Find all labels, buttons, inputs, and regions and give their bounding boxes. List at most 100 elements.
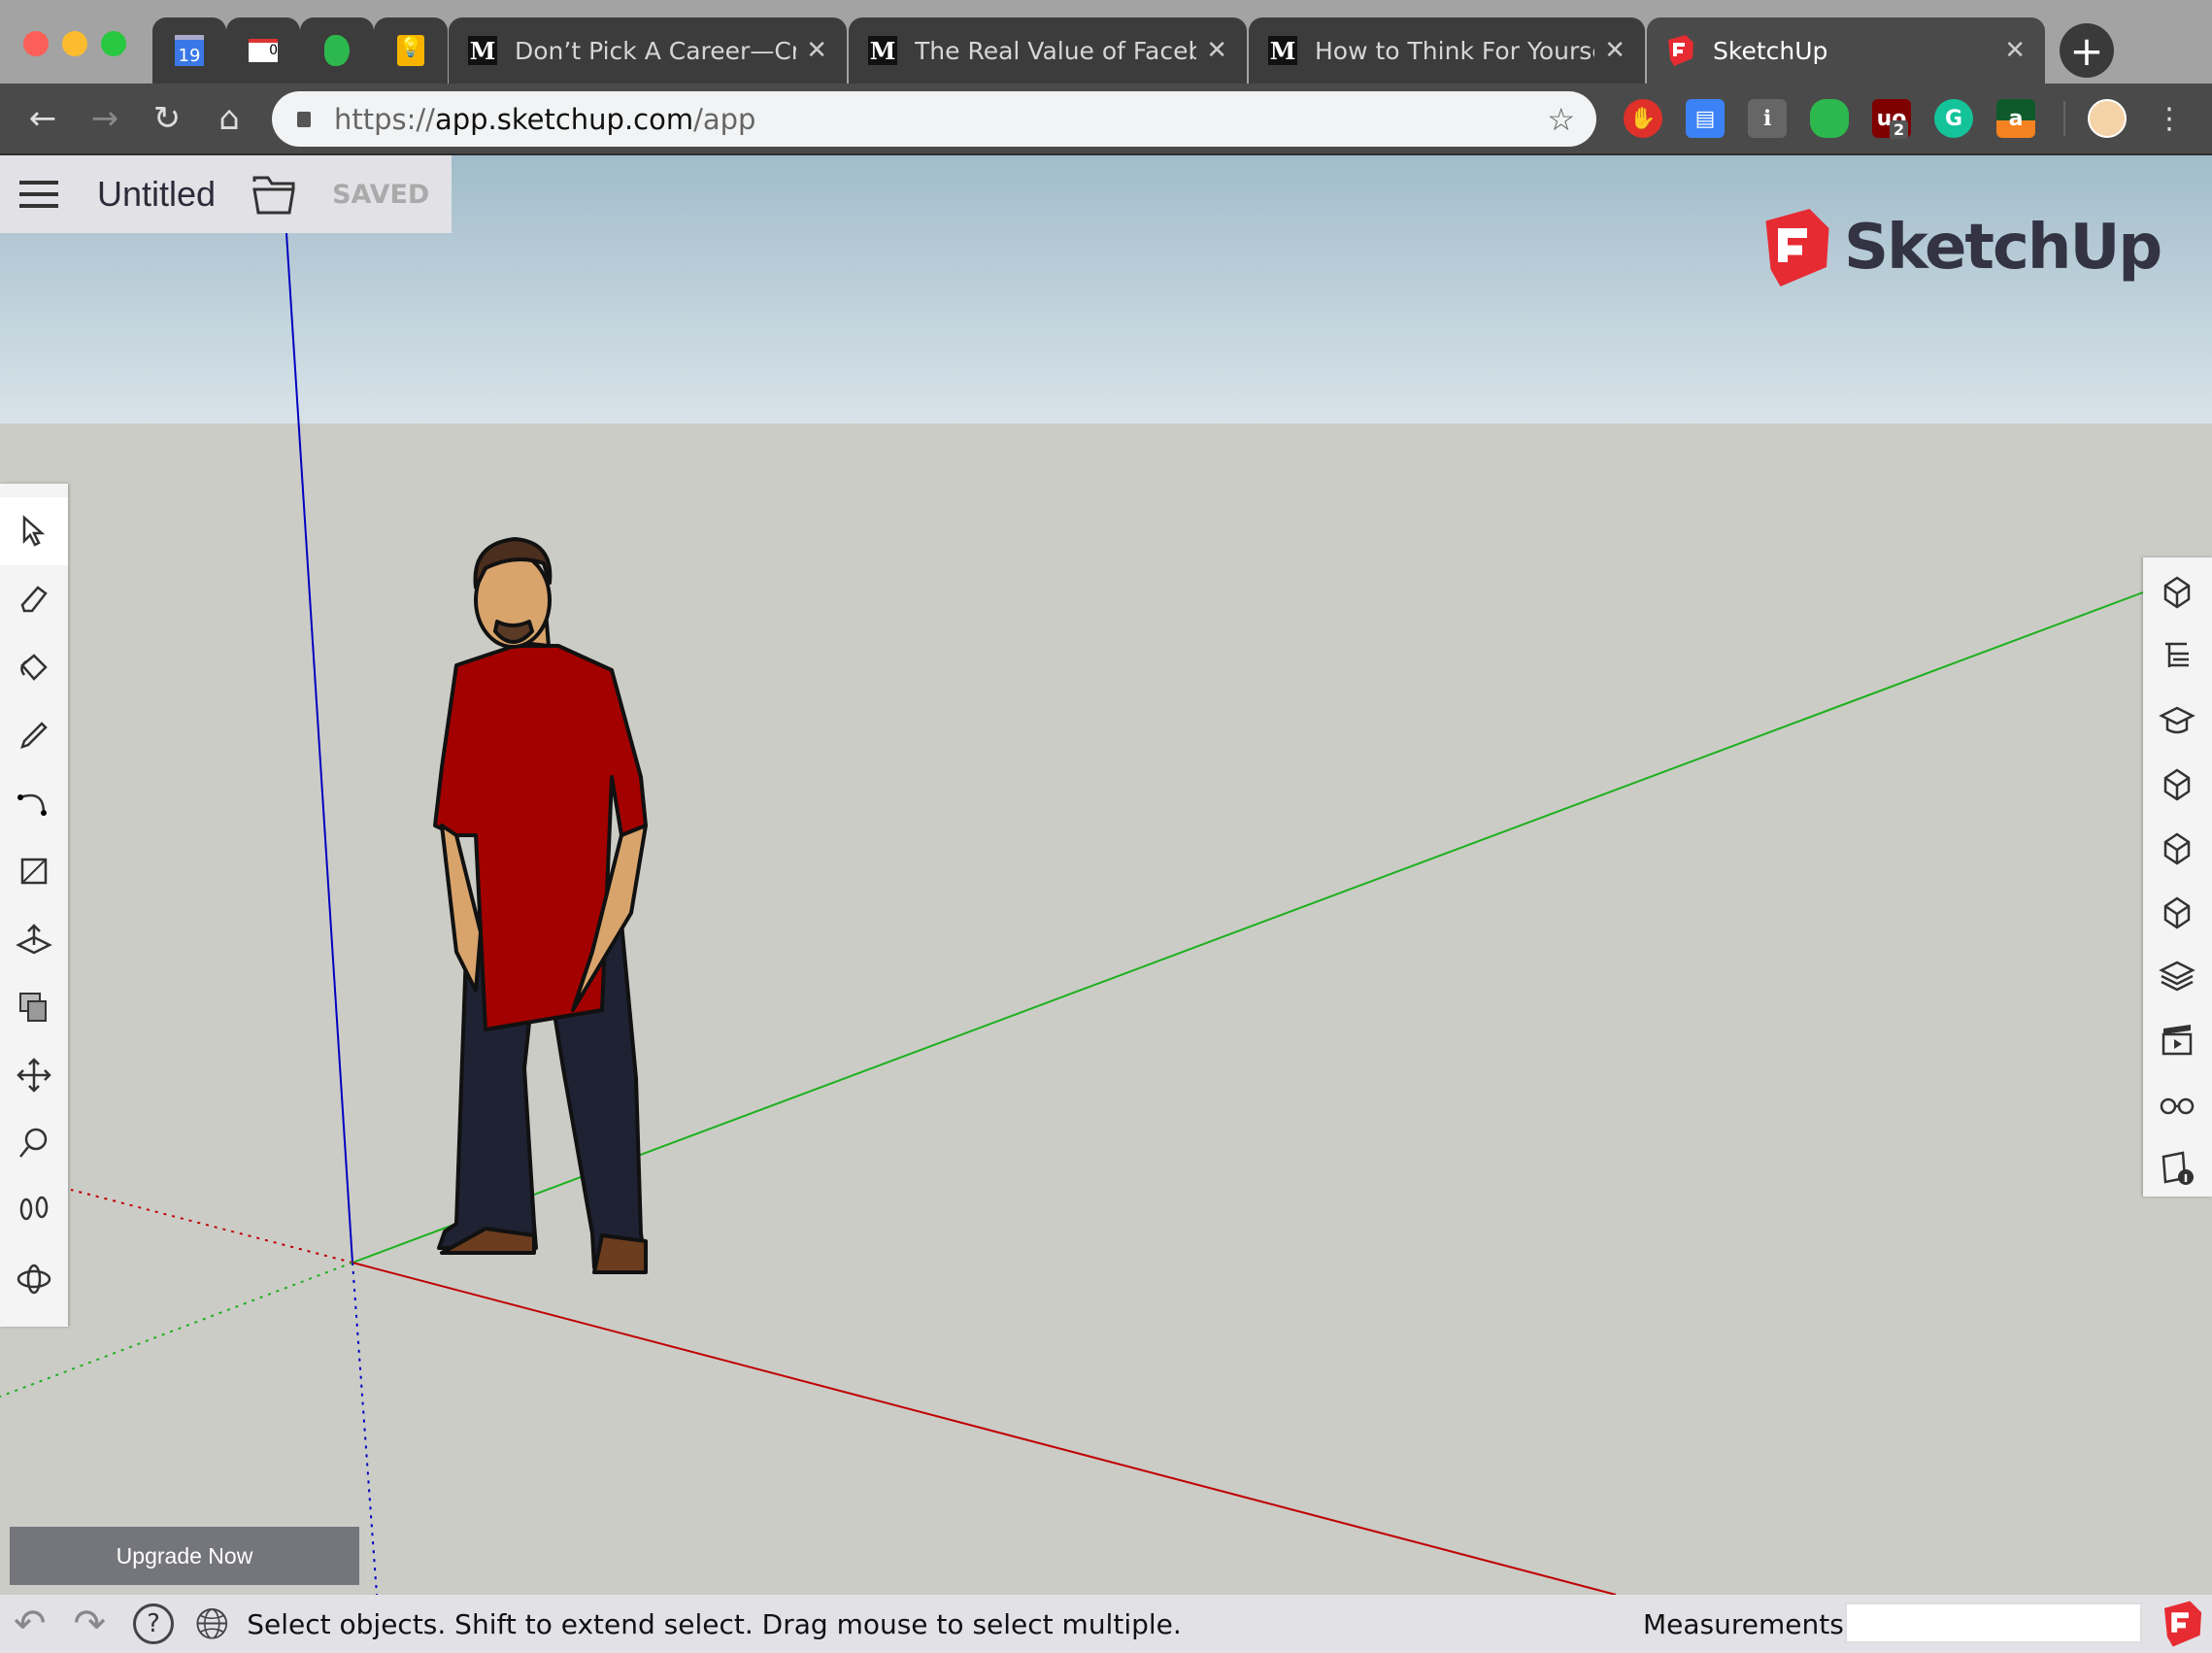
home-button[interactable]: ⌂ bbox=[208, 97, 251, 140]
evernote-icon bbox=[324, 35, 350, 66]
gmail-icon: 0 bbox=[249, 39, 278, 62]
tool-walk[interactable] bbox=[0, 1177, 68, 1245]
entity-info-icon bbox=[2163, 576, 2191, 609]
address-bar[interactable]: https://app.sketchup.com/app ☆ bbox=[272, 91, 1596, 147]
lightbulb-icon[interactable]: ℹ bbox=[1748, 99, 1787, 138]
maximize-window-button[interactable] bbox=[101, 31, 126, 56]
tool-outliner[interactable] bbox=[2143, 622, 2211, 690]
app-header: Untitled SAVED bbox=[0, 155, 452, 233]
back-button[interactable]: ← bbox=[21, 97, 64, 140]
orbit-icon bbox=[17, 1264, 51, 1295]
tool-push-pull[interactable] bbox=[0, 905, 68, 973]
tool-move[interactable] bbox=[0, 1041, 68, 1109]
minimize-window-button[interactable] bbox=[62, 31, 87, 56]
url-path: /app bbox=[693, 102, 756, 136]
tool-layers[interactable] bbox=[2143, 942, 2211, 1010]
status-message: Select objects. Shift to extend select. … bbox=[247, 1607, 1182, 1640]
tool-materials[interactable] bbox=[2143, 814, 2211, 882]
arc-icon bbox=[17, 793, 47, 816]
tab-career[interactable]: M Don’t Pick A Career—Cre ✕ bbox=[449, 17, 847, 84]
hand-stop-icon[interactable]: ✋ bbox=[1624, 99, 1662, 138]
url-scheme: https:// bbox=[334, 102, 435, 136]
reload-button[interactable]: ↻ bbox=[146, 97, 188, 140]
close-window-button[interactable] bbox=[23, 31, 49, 56]
pinned-tab-calendar[interactable]: 19 bbox=[152, 17, 226, 84]
scale-figure-person[interactable] bbox=[433, 537, 648, 1274]
tool-instructor[interactable] bbox=[2143, 686, 2211, 754]
red-axis bbox=[352, 1262, 1617, 1595]
layers-icon bbox=[2159, 961, 2195, 992]
sketchup-logo: SketchUp bbox=[1760, 209, 2162, 287]
offset-icon bbox=[19, 993, 47, 1022]
toolbar-divider bbox=[2063, 101, 2065, 136]
measurements-input[interactable] bbox=[1845, 1602, 2142, 1643]
hamburger-menu-icon[interactable] bbox=[19, 181, 58, 208]
google-keep-icon: 💡 bbox=[397, 35, 424, 66]
file-title[interactable]: Untitled bbox=[97, 174, 216, 215]
tool-display[interactable] bbox=[2143, 1070, 2211, 1138]
folder-open-icon[interactable] bbox=[251, 174, 297, 215]
ublock-badge: 2 bbox=[1890, 120, 1909, 139]
medium-icon: M bbox=[1268, 36, 1297, 65]
display-icon bbox=[2160, 1097, 2195, 1115]
sketchup-icon bbox=[1668, 35, 1693, 66]
globe-icon[interactable]: 🌐︎ bbox=[195, 1600, 229, 1649]
ublock-icon[interactable]: uo 2 bbox=[1872, 99, 1911, 139]
tool-scenes[interactable] bbox=[2143, 1006, 2211, 1074]
tool-arc[interactable] bbox=[0, 769, 68, 837]
evernote-icon[interactable] bbox=[1810, 99, 1849, 138]
rectangle-icon bbox=[20, 858, 48, 885]
tool-entity-info[interactable] bbox=[2143, 557, 2211, 625]
pinned-tab-gmail[interactable]: 0 bbox=[226, 17, 300, 84]
pinned-tab-keep[interactable]: 💡 bbox=[374, 17, 448, 84]
tab-think[interactable]: M How to Think For Yoursel ✕ bbox=[1249, 17, 1645, 84]
medium-icon: M bbox=[868, 36, 897, 65]
forward-button[interactable]: → bbox=[84, 97, 126, 140]
tool-components[interactable] bbox=[2143, 750, 2211, 818]
tool-styles[interactable] bbox=[2143, 878, 2211, 946]
paint-bucket-icon bbox=[20, 654, 48, 681]
bookmark-star-icon[interactable]: ☆ bbox=[1547, 101, 1575, 138]
instructor-icon bbox=[2159, 706, 2195, 734]
upgrade-now-button[interactable]: Upgrade Now bbox=[10, 1527, 359, 1585]
browser-menu-icon[interactable]: ⋮ bbox=[2148, 97, 2191, 140]
measurements-label: Measurements bbox=[1643, 1607, 1844, 1640]
push-pull-icon bbox=[16, 924, 52, 955]
tool-tape-measure[interactable] bbox=[0, 1109, 68, 1177]
tool-rectangle[interactable] bbox=[0, 837, 68, 905]
redo-icon[interactable]: ↷ bbox=[74, 1602, 107, 1646]
tab-title: How to Think For Yoursel bbox=[1315, 36, 1595, 65]
tool-model-info[interactable] bbox=[2143, 1134, 2211, 1202]
walk-icon bbox=[19, 1196, 49, 1221]
close-tab-icon[interactable]: ✕ bbox=[1604, 36, 1625, 65]
amazon-icon[interactable]: a bbox=[1996, 99, 2035, 138]
logo-text: SketchUp bbox=[1844, 212, 2162, 284]
undo-icon[interactable]: ↶ bbox=[14, 1602, 47, 1646]
tool-orbit[interactable] bbox=[0, 1245, 68, 1313]
reader-icon[interactable]: ▤ bbox=[1686, 99, 1725, 138]
components-icon bbox=[2163, 768, 2191, 801]
close-tab-icon[interactable]: ✕ bbox=[1206, 36, 1227, 65]
move-icon bbox=[17, 1058, 51, 1093]
close-tab-icon[interactable]: ✕ bbox=[2004, 36, 2026, 65]
profile-avatar[interactable] bbox=[2088, 99, 2127, 138]
pinned-tab-evernote[interactable] bbox=[300, 17, 374, 84]
tool-pencil[interactable] bbox=[0, 701, 68, 769]
tab-title: Don’t Pick A Career—Cre bbox=[515, 36, 797, 65]
3d-viewport[interactable] bbox=[0, 155, 2212, 1595]
tab-facebook[interactable]: M The Real Value of Facebo ✕ bbox=[849, 17, 1247, 84]
tape-measure-icon bbox=[19, 1128, 48, 1158]
tool-offset[interactable] bbox=[0, 973, 68, 1041]
url-host: app.sketchup.com bbox=[434, 102, 694, 136]
new-tab-button[interactable]: + bbox=[2060, 23, 2114, 78]
tool-paint-bucket[interactable] bbox=[0, 633, 68, 701]
medium-icon: M bbox=[468, 36, 497, 65]
grammarly-icon[interactable]: G bbox=[1934, 99, 1973, 138]
tab-sketchup[interactable]: SketchUp ✕ bbox=[1647, 17, 2045, 84]
close-tab-icon[interactable]: ✕ bbox=[806, 36, 827, 65]
styles-icon bbox=[2163, 896, 2191, 929]
tool-eraser[interactable] bbox=[0, 565, 68, 633]
help-icon[interactable]: ? bbox=[133, 1603, 175, 1644]
tool-select[interactable] bbox=[0, 497, 68, 565]
axes bbox=[0, 232, 2144, 1595]
